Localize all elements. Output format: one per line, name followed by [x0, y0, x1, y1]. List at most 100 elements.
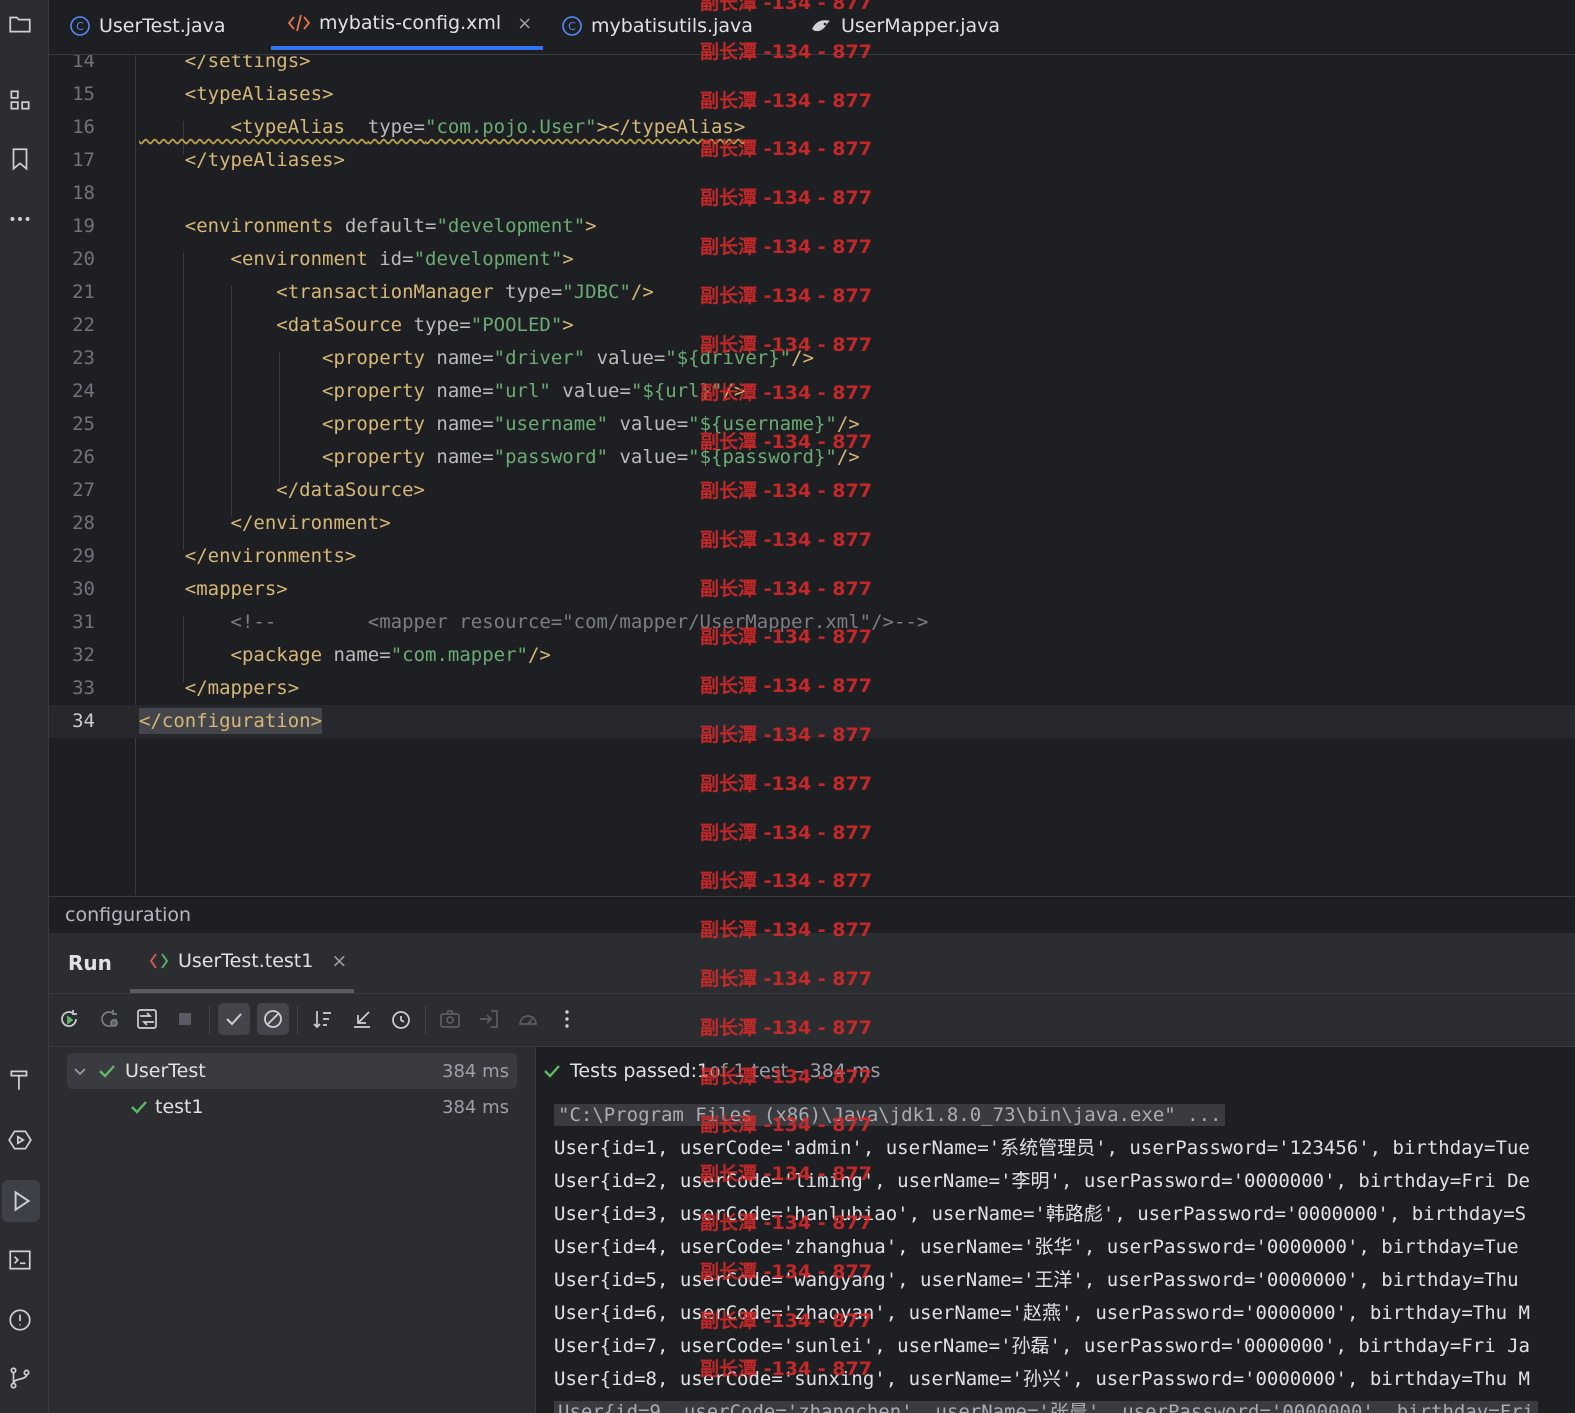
- coverage-icon[interactable]: [512, 1003, 544, 1035]
- code-line[interactable]: 33 </mappers>: [49, 672, 1575, 705]
- collapse-icon[interactable]: [346, 1003, 378, 1035]
- run-tool-icon[interactable]: [2, 1180, 40, 1222]
- tree-label: test1: [155, 1096, 204, 1118]
- tab-usertest-java[interactable]: C UserTest.java: [69, 0, 226, 52]
- code-text: <property name="driver" value="${driver}…: [139, 347, 814, 369]
- sort-icon[interactable]: [307, 1003, 339, 1035]
- code-text: <property name="password" value="${passw…: [139, 446, 860, 468]
- code-line[interactable]: 16 <typeAlias type="com.pojo.User"></typ…: [49, 111, 1575, 144]
- code-line[interactable]: 28 </environment>: [49, 507, 1575, 540]
- code-line[interactable]: 24 <property name="url" value="${url}"/>: [49, 375, 1575, 408]
- problems-icon[interactable]: [4, 1304, 36, 1336]
- show-ignored-icon[interactable]: [257, 1003, 289, 1035]
- screenshot-icon[interactable]: [434, 1003, 466, 1035]
- test-status: Tests passed: 1 of 1 test – 384 ms: [542, 1053, 880, 1089]
- more-icon[interactable]: [4, 203, 36, 235]
- tree-item-usertest[interactable]: UserTest 384 ms: [67, 1053, 517, 1089]
- console-line: "C:\Program Files (x86)\Java\jdk1.8.0_73…: [554, 1099, 1226, 1132]
- chevron-down-icon[interactable]: [73, 1064, 87, 1078]
- code-line[interactable]: 27 </dataSource>: [49, 474, 1575, 507]
- code-line[interactable]: 15 <typeAliases>: [49, 78, 1575, 111]
- console-line: User{id=6, userCode='zhaoyan', userName=…: [554, 1302, 1530, 1324]
- code-text: </environments>: [139, 545, 357, 567]
- status-prefix: Tests passed:: [570, 1060, 698, 1082]
- import-icon[interactable]: [473, 1003, 505, 1035]
- tab-label: mybatisutils.java: [591, 15, 753, 37]
- tree-item-test1[interactable]: test1 384 ms: [67, 1089, 517, 1125]
- build-icon[interactable]: [4, 1064, 36, 1096]
- code-line[interactable]: 25 <property name="username" value="${us…: [49, 408, 1575, 441]
- console-output[interactable]: Tests passed: 1 of 1 test – 384 ms "C:\P…: [536, 1047, 1575, 1413]
- code-line[interactable]: 19 <environments default="development">: [49, 210, 1575, 243]
- code-line[interactable]: 17 </typeAliases>: [49, 144, 1575, 177]
- code-line[interactable]: 20 <environment id="development">: [49, 243, 1575, 276]
- terminal-icon[interactable]: [4, 1244, 36, 1276]
- line-number: 29: [72, 545, 95, 567]
- code-text: </dataSource>: [139, 479, 425, 501]
- console-line: User{id=5, userCode='wangyang', userName…: [554, 1269, 1519, 1291]
- code-text: <typeAlias type="com.pojo.User"></typeAl…: [139, 116, 746, 138]
- left-tool-strip: [0, 0, 49, 1413]
- code-text: <property name="url" value="${url}"/>: [139, 380, 746, 402]
- code-line[interactable]: 14 </settings>: [49, 55, 1575, 78]
- line-number: 23: [72, 347, 95, 369]
- line-number: 15: [72, 83, 95, 105]
- code-line[interactable]: 34 </configuration>: [49, 705, 1575, 738]
- code-line[interactable]: 23 <property name="driver" value="${driv…: [49, 342, 1575, 375]
- line-number: 18: [72, 182, 95, 204]
- line-number: 22: [72, 314, 95, 336]
- run-tab-label: UserTest.test1: [178, 950, 314, 972]
- check-icon: [97, 1061, 117, 1081]
- line-number: 24: [72, 380, 95, 402]
- run-toolbar: [49, 994, 1575, 1047]
- code-text: </typeAliases>: [139, 149, 345, 171]
- code-line[interactable]: 21 <transactionManager type="JDBC"/>: [49, 276, 1575, 309]
- history-icon[interactable]: [385, 1003, 417, 1035]
- tab-mybatisutils-java[interactable]: C mybatisutils.java: [561, 0, 753, 52]
- code-line[interactable]: 29 </environments>: [49, 540, 1575, 573]
- toggle-auto-test-icon[interactable]: [131, 1003, 163, 1035]
- code-line[interactable]: 18: [49, 177, 1575, 210]
- show-passed-icon[interactable]: [218, 1003, 250, 1035]
- tab-label: mybatis-config.xml: [319, 12, 502, 34]
- code-text: </environment>: [139, 512, 391, 534]
- code-editor[interactable]: 14 </settings> 15 <typeAliases> 16 <typeAl…: [49, 55, 1575, 895]
- code-line[interactable]: 26 <property name="password" value="${pa…: [49, 441, 1575, 474]
- line-number: 25: [72, 413, 95, 435]
- breadcrumb[interactable]: configuration: [49, 896, 1575, 933]
- console-line: User{id=9, userCode='zhangchen', userNam…: [554, 1396, 1538, 1413]
- line-number: 27: [72, 479, 95, 501]
- xml-icon: [287, 12, 311, 34]
- git-icon[interactable]: [4, 1362, 36, 1394]
- stop-icon[interactable]: [169, 1003, 201, 1035]
- line-number: 26: [72, 446, 95, 468]
- run-header: Run UserTest.test1 ×: [49, 933, 1575, 994]
- code-text: </settings>: [139, 55, 311, 72]
- services-icon[interactable]: [4, 1124, 36, 1156]
- code-line[interactable]: 31 <!-- <mapper resource="com/mapper/Use…: [49, 606, 1575, 639]
- check-icon: [129, 1097, 149, 1117]
- close-tab-icon[interactable]: ×: [517, 13, 532, 34]
- code-text: <environment id="development">: [139, 248, 574, 270]
- line-number: 31: [72, 611, 95, 633]
- project-folder-icon[interactable]: [4, 8, 36, 40]
- tab-mybatis-config-xml[interactable]: mybatis-config.xml ×: [271, 0, 543, 50]
- code-line[interactable]: 32 <package name="com.mapper"/>: [49, 639, 1575, 672]
- toolbar-separator: [297, 1006, 298, 1034]
- run-panel: Run UserTest.test1 × UserTest 384 ms tes…: [49, 933, 1575, 1413]
- bookmark-icon[interactable]: [4, 143, 36, 175]
- status-suffix: of 1 test – 384 ms: [709, 1060, 881, 1082]
- more-options-icon[interactable]: [551, 1003, 583, 1035]
- rerun-failed-icon[interactable]: [93, 1003, 125, 1035]
- close-run-tab-icon[interactable]: ×: [331, 950, 347, 972]
- code-line[interactable]: 22 <dataSource type="POOLED">: [49, 309, 1575, 342]
- tab-usermapper-java[interactable]: UserMapper.java: [809, 0, 1000, 52]
- rerun-icon[interactable]: [53, 1003, 85, 1035]
- run-tab-usertest-test1[interactable]: UserTest.test1 ×: [130, 933, 354, 993]
- code-line[interactable]: 30 <mappers>: [49, 573, 1575, 606]
- code-text: <typeAliases>: [139, 83, 334, 105]
- structure-icon[interactable]: [4, 84, 36, 116]
- line-number: 30: [72, 578, 95, 600]
- console-line: User{id=1, userCode='admin', userName='系…: [554, 1137, 1530, 1159]
- line-number: 19: [72, 215, 95, 237]
